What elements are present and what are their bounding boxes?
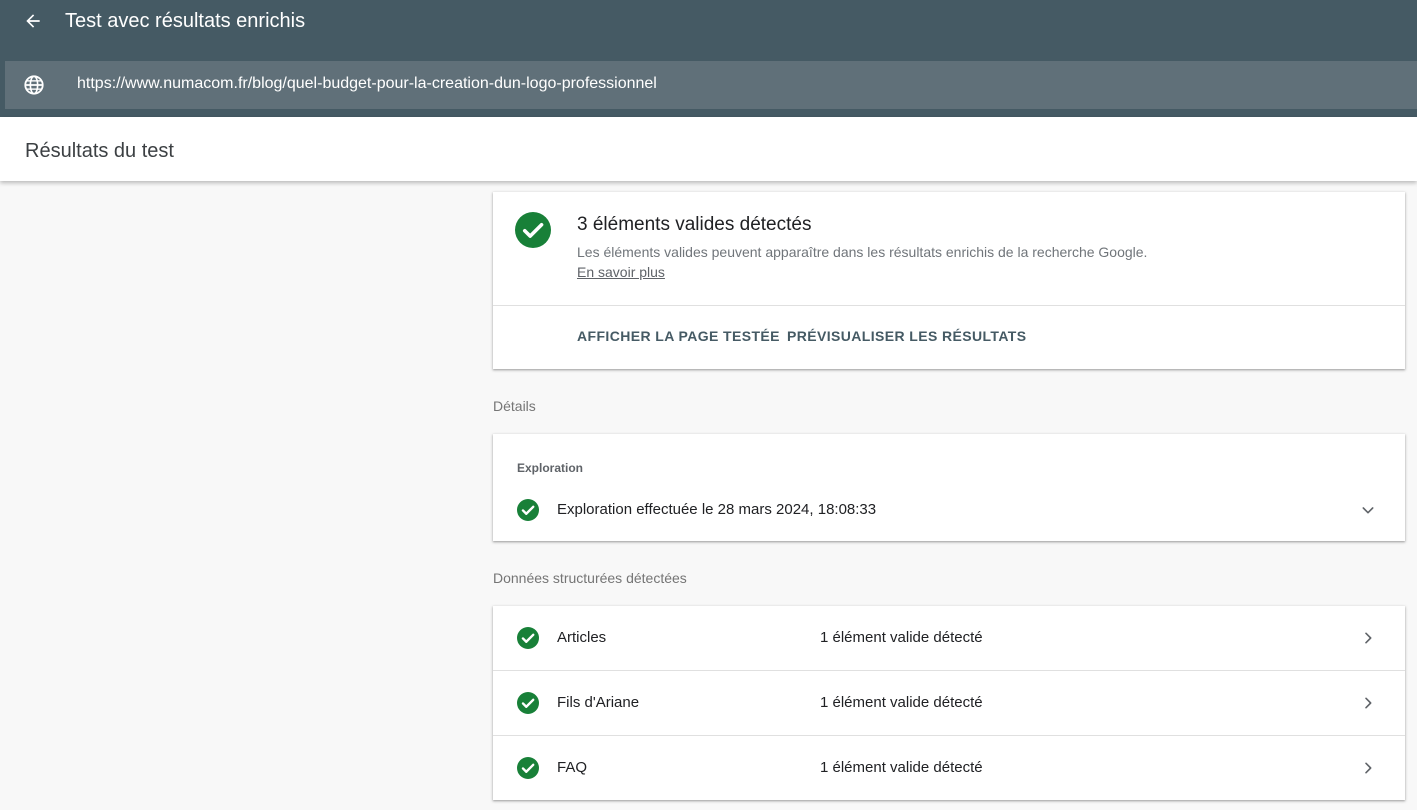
divider xyxy=(493,305,1405,306)
summary-description-text: Les éléments valides peuvent apparaître … xyxy=(577,244,1148,260)
check-circle-icon xyxy=(517,757,539,779)
structured-item-name: Fils d'Ariane xyxy=(557,694,640,711)
chevron-down-icon[interactable] xyxy=(1360,502,1376,518)
structured-item-name: Articles xyxy=(557,629,607,646)
app-header: Test avec résultats enrichis https://www… xyxy=(0,0,1417,117)
structured-item-name: FAQ xyxy=(557,759,588,776)
check-circle-icon xyxy=(515,212,551,248)
learn-more-link[interactable]: En savoir plus xyxy=(577,264,665,280)
structured-item-articles[interactable]: Articles 1 élément valide détecté xyxy=(493,606,1405,671)
details-label: Détails xyxy=(493,398,536,414)
back-button[interactable] xyxy=(18,6,48,36)
summary-description: Les éléments valides peuvent apparaître … xyxy=(577,242,1157,282)
crawl-card[interactable]: Exploration Exploration effectuée le 28 … xyxy=(493,434,1405,541)
chevron-right-icon xyxy=(1365,762,1372,774)
summary-title: 3 éléments valides détectés xyxy=(577,214,812,235)
check-circle-icon xyxy=(517,627,539,649)
crawl-label: Exploration xyxy=(517,461,584,475)
structured-item-status: 1 élément valide détecté xyxy=(820,694,983,711)
chevron-right-icon xyxy=(1365,632,1372,644)
structured-item-breadcrumbs[interactable]: Fils d'Ariane 1 élément valide détecté xyxy=(493,671,1405,736)
tested-url[interactable]: https://www.numacom.fr/blog/quel-budget-… xyxy=(77,75,657,93)
url-bar[interactable]: https://www.numacom.fr/blog/quel-budget-… xyxy=(5,61,1417,109)
arrow-left-icon xyxy=(26,14,40,28)
structured-data-card: Articles 1 élément valide détecté Fils d… xyxy=(493,606,1405,800)
structured-item-faq[interactable]: FAQ 1 élément valide détecté xyxy=(493,736,1405,801)
preview-results-button[interactable]: PRÉVISUALISER LES RÉSULTATS xyxy=(787,328,1027,344)
summary-card: 3 éléments valides détectés Les éléments… xyxy=(493,192,1405,369)
globe-icon xyxy=(24,75,44,95)
results-header: Résultats du test xyxy=(0,117,1417,181)
chevron-right-icon xyxy=(1365,697,1372,709)
check-circle-icon xyxy=(517,692,539,714)
results-title: Résultats du test xyxy=(25,140,174,162)
check-circle-icon xyxy=(517,499,539,521)
structured-item-status: 1 élément valide détecté xyxy=(820,629,983,646)
view-tested-page-button[interactable]: AFFICHER LA PAGE TESTÉE xyxy=(577,328,780,344)
app-title: Test avec résultats enrichis xyxy=(65,10,306,32)
crawl-status: Exploration effectuée le 28 mars 2024, 1… xyxy=(557,501,877,518)
structured-data-label: Données structurées détectées xyxy=(493,570,687,586)
structured-item-status: 1 élément valide détecté xyxy=(820,759,983,776)
